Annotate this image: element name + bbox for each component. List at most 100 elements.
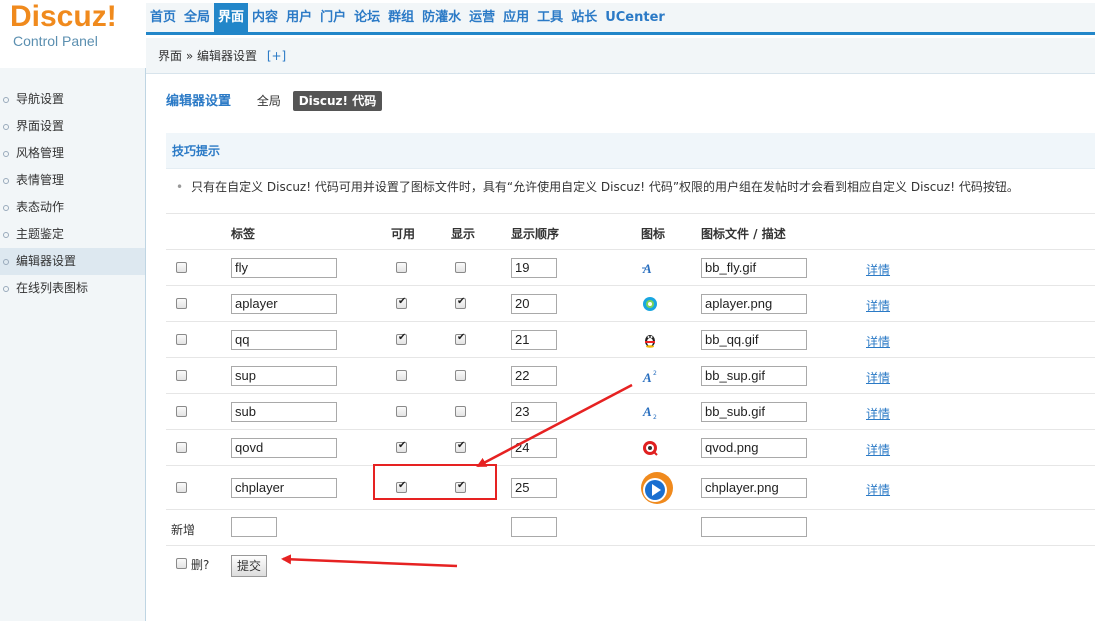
enabled-checkbox[interactable] xyxy=(396,370,407,381)
order-input[interactable]: 24 xyxy=(511,438,557,458)
sidebar-item[interactable]: 表情管理 xyxy=(0,167,145,194)
enabled-checkbox[interactable] xyxy=(396,406,407,417)
fly-icon: A xyxy=(642,260,658,279)
topnav-item[interactable]: UCenter xyxy=(601,3,669,32)
show-checkbox[interactable] xyxy=(455,440,466,453)
main-content: 编辑器设置 全局 Discuz! 代码 技巧提示 只有在自定义 Discuz! … xyxy=(146,75,1095,621)
new-file-input[interactable] xyxy=(701,517,807,537)
sidebar-item[interactable]: 导航设置 xyxy=(0,86,145,113)
order-input[interactable]: 22 xyxy=(511,366,557,386)
superscript-icon: A2 xyxy=(642,368,658,387)
sidebar-item[interactable]: 风格管理 xyxy=(0,140,145,167)
topnav-item[interactable]: 界面 xyxy=(214,3,249,32)
topnav-item[interactable]: 防灌水 xyxy=(418,3,465,32)
detail-link[interactable]: 详情 xyxy=(866,481,890,498)
icon-file-input[interactable]: aplayer.png xyxy=(701,294,807,314)
enabled-checkbox[interactable] xyxy=(396,332,407,345)
page-title: 编辑器设置 xyxy=(166,94,232,109)
header-enabled: 可用 xyxy=(391,227,416,241)
enabled-checkbox[interactable] xyxy=(396,262,407,273)
sidebar-item[interactable]: 主题鉴定 xyxy=(0,221,145,248)
enabled-checkbox[interactable] xyxy=(396,296,407,309)
topnav-item[interactable]: 全局 xyxy=(180,3,214,32)
show-checkbox[interactable] xyxy=(455,262,466,273)
order-input[interactable]: 19 xyxy=(511,258,557,278)
topnav-item[interactable]: 群组 xyxy=(384,3,418,32)
breadcrumb: 界面 » 编辑器设置 [+] xyxy=(146,38,1095,74)
detail-link[interactable]: 详情 xyxy=(866,369,890,386)
tag-input[interactable]: qovd xyxy=(231,438,337,458)
icon-file-input[interactable]: bb_qq.gif xyxy=(701,330,807,350)
icon-file-input[interactable]: chplayer.png xyxy=(701,478,807,498)
detail-link[interactable]: 详情 xyxy=(866,405,890,422)
logo-subtitle: Control Panel xyxy=(13,33,98,49)
topnav-item[interactable]: 用户 xyxy=(282,3,316,32)
tab-discuz-code[interactable]: Discuz! 代码 xyxy=(292,91,383,111)
table-row: aplayer 20 aplayer.png 详情 xyxy=(166,285,1095,321)
sidebar-item[interactable]: 编辑器设置 xyxy=(0,248,145,275)
row-select-checkbox[interactable] xyxy=(176,482,187,493)
detail-link[interactable]: 详情 xyxy=(866,333,890,350)
table-row: fly 19 Abb_fly.gif 详情 xyxy=(166,249,1095,285)
tab-bar: 编辑器设置 全局 Discuz! 代码 xyxy=(166,90,383,112)
enabled-checkbox[interactable] xyxy=(396,440,407,453)
tag-input[interactable]: chplayer xyxy=(231,478,337,498)
sidebar-item[interactable]: 表态动作 xyxy=(0,194,145,221)
tag-input[interactable]: qq xyxy=(231,330,337,350)
delete-all-checkbox[interactable] xyxy=(176,558,187,569)
row-select-checkbox[interactable] xyxy=(176,298,187,309)
sidebar-item[interactable]: 在线列表图标 xyxy=(0,275,145,302)
icon-file-input[interactable]: bb_fly.gif xyxy=(701,258,807,278)
row-select-checkbox[interactable] xyxy=(176,262,187,273)
topnav-item[interactable]: 应用 xyxy=(499,3,533,32)
topnav-item[interactable]: 内容 xyxy=(248,3,282,32)
detail-link[interactable]: 详情 xyxy=(866,441,890,458)
sidebar: 导航设置 界面设置 风格管理 表情管理 表态动作 主题鉴定 编辑器设置 在线列表图标 xyxy=(0,68,146,621)
table-header: 标签 可用 显示 显示顺序 图标 图标文件 / 描述 xyxy=(166,213,1095,249)
order-input[interactable]: 25 xyxy=(511,478,557,498)
icon-file-input[interactable]: bb_sub.gif xyxy=(701,402,807,422)
row-select-checkbox[interactable] xyxy=(176,442,187,453)
tag-input[interactable]: sub xyxy=(231,402,337,422)
show-checkbox[interactable] xyxy=(455,370,466,381)
topnav-item[interactable]: 站长 xyxy=(567,3,601,32)
svg-text:2: 2 xyxy=(653,370,657,377)
show-checkbox[interactable] xyxy=(455,332,466,345)
order-input[interactable]: 23 xyxy=(511,402,557,422)
topnav-item[interactable]: 首页 xyxy=(146,3,180,32)
svg-text:A: A xyxy=(642,404,652,419)
order-input[interactable]: 21 xyxy=(511,330,557,350)
detail-link[interactable]: 详情 xyxy=(866,261,890,278)
topnav-item[interactable]: 门户 xyxy=(316,3,350,32)
qq-penguin-icon xyxy=(642,332,658,351)
row-select-checkbox[interactable] xyxy=(176,370,187,381)
topnav-item[interactable]: 工具 xyxy=(533,3,567,32)
breadcrumb-add-link[interactable]: [+] xyxy=(267,49,286,63)
tag-input[interactable]: fly xyxy=(231,258,337,278)
tag-input[interactable]: sup xyxy=(231,366,337,386)
tips-text: 只有在自定义 Discuz! 代码可用并设置了图标文件时，具有“允许使用自定义 … xyxy=(176,178,1019,195)
row-select-checkbox[interactable] xyxy=(176,406,187,417)
row-select-checkbox[interactable] xyxy=(176,334,187,345)
sidebar-item[interactable]: 界面设置 xyxy=(0,113,145,140)
topnav-item[interactable]: 论坛 xyxy=(350,3,384,32)
table-row: sup 22 A 2 bb_sup.gif 详情 xyxy=(166,357,1095,393)
table-row: chplayer 25 chplayer.png 详情 xyxy=(166,465,1095,509)
submit-row: 删? 提交 xyxy=(166,545,1095,585)
new-tag-input[interactable] xyxy=(231,517,277,537)
detail-link[interactable]: 详情 xyxy=(866,297,890,314)
show-checkbox[interactable] xyxy=(455,406,466,417)
header-file: 图标文件 / 描述 xyxy=(701,227,786,241)
new-order-input[interactable] xyxy=(511,517,557,537)
tab-global[interactable]: 全局 xyxy=(257,94,281,108)
icon-file-input[interactable]: qvod.png xyxy=(701,438,807,458)
submit-button[interactable]: 提交 xyxy=(231,555,268,577)
top-navigation: 首页 全局 界面 内容 用户 门户 论坛 群组 防灌水 运营 应用 工具 站长 UCenter xyxy=(146,3,1095,35)
show-checkbox[interactable] xyxy=(455,296,466,309)
topnav-item[interactable]: 运营 xyxy=(465,3,499,32)
order-input[interactable]: 20 xyxy=(511,294,557,314)
tag-input[interactable]: aplayer xyxy=(231,294,337,314)
chplayer-icon xyxy=(640,471,674,508)
icon-file-input[interactable]: bb_sup.gif xyxy=(701,366,807,386)
tips-title: 技巧提示 xyxy=(166,133,1095,169)
